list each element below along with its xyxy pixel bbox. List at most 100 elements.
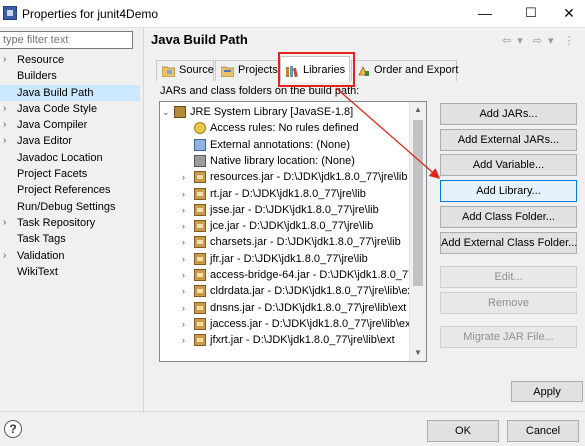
apply-button[interactable]: Apply	[511, 381, 583, 402]
sidebar-item-wikitext[interactable]: WikiText	[0, 264, 140, 280]
sidebar-item-label: Java Build Path	[17, 86, 94, 99]
minimize-button[interactable]: —	[469, 2, 501, 24]
edit-button[interactable]: Edit...	[440, 266, 577, 288]
tree-row[interactable]: › jce.jar - D:\JDK\jdk1.8.0_77\jre\lib	[160, 218, 410, 234]
sidebar-item-task-repository[interactable]: › Task Repository	[0, 215, 140, 231]
sidebar-item-resource[interactable]: › Resource	[0, 52, 140, 68]
sidebar-item-javadoc-location[interactable]: Javadoc Location	[0, 150, 140, 166]
chevron-right-icon[interactable]: ›	[182, 332, 185, 348]
tree-row[interactable]: › charsets.jar - D:\JDK\jdk1.8.0_77\jre\l…	[160, 234, 410, 250]
chevron-right-icon[interactable]: ›	[3, 117, 6, 133]
add-variable-button[interactable]: Add Variable...	[440, 154, 577, 176]
chevron-right-icon[interactable]: ›	[182, 186, 185, 202]
tree-row-label: Native library location: (None)	[210, 154, 355, 167]
sidebar-item-project-references[interactable]: Project References	[0, 182, 140, 198]
sidebar-item-task-tags[interactable]: Task Tags	[0, 231, 140, 247]
chevron-right-icon[interactable]: ›	[182, 202, 185, 218]
ok-button[interactable]: OK	[427, 420, 499, 442]
chevron-right-icon[interactable]: ›	[3, 133, 6, 149]
add-jars-button[interactable]: Add JARs...	[440, 103, 577, 125]
view-menu-icon[interactable]: ⋮	[564, 35, 576, 47]
tree-row[interactable]: › rt.jar - D:\JDK\jdk1.8.0_77\jre\lib	[160, 186, 410, 202]
chevron-right-icon[interactable]: ›	[3, 248, 6, 264]
tree-row-label: dnsns.jar - D:\JDK\jdk1.8.0_77\jre\lib\e…	[210, 301, 407, 314]
tab-label: Projects	[238, 64, 278, 76]
page-nav: ⇦ ▾ ⇨ ▾ ⋮	[502, 34, 581, 47]
forward-arrow-icon[interactable]: ⇨	[533, 35, 543, 47]
scroll-up-icon[interactable]: ▲	[410, 102, 426, 118]
jar-icon	[194, 171, 206, 184]
chevron-right-icon[interactable]: ›	[182, 169, 185, 185]
back-arrow-icon[interactable]: ⇦	[502, 35, 512, 47]
add-class-folder-button[interactable]: Add Class Folder...	[440, 206, 577, 228]
tree-row[interactable]: External annotations: (None)	[160, 137, 410, 153]
chevron-right-icon[interactable]: ›	[182, 251, 185, 267]
chevron-right-icon[interactable]: ›	[182, 300, 185, 316]
chevron-right-icon[interactable]: ›	[3, 215, 6, 231]
sidebar-item-label: Project Facets	[17, 168, 88, 181]
chevron-right-icon[interactable]: ›	[3, 52, 6, 68]
order-export-icon	[358, 66, 369, 76]
tree-row[interactable]: › access-bridge-64.jar - D:\JDK\jdk1.8.0_…	[160, 267, 426, 283]
add-external-class-folder-button[interactable]: Add External Class Folder...	[440, 232, 577, 254]
sidebar-item-label: Java Code Style	[17, 102, 98, 115]
chevron-right-icon[interactable]: ›	[182, 234, 185, 250]
sidebar-item-label: WikiText	[17, 265, 58, 278]
tree-row[interactable]: › jfr.jar - D:\JDK\jdk1.8.0_77\jre\lib	[160, 251, 410, 267]
tree-row[interactable]: › jsse.jar - D:\JDK\jdk1.8.0_77\jre\lib	[160, 202, 410, 218]
sidebar-item-java-build-path[interactable]: Java Build Path	[0, 84, 140, 101]
tree-row[interactable]: › resources.jar - D:\JDK\jdk1.8.0_77\jre\…	[160, 169, 410, 185]
sidebar-item-label: Java Editor	[17, 135, 73, 148]
chevron-right-icon[interactable]: ›	[182, 267, 185, 283]
tab-projects[interactable]: Projects	[215, 60, 279, 81]
chevron-down-icon[interactable]: ⌄	[162, 104, 170, 120]
tab-order-and-export[interactable]: Order and Export	[351, 60, 459, 81]
sidebar-item-validation[interactable]: › Validation	[0, 248, 140, 264]
migrate-jar-button[interactable]: Migrate JAR File...	[440, 326, 577, 348]
annotation-highlight-box	[278, 52, 355, 87]
help-icon[interactable]: ?	[4, 420, 22, 438]
projects-icon	[221, 66, 234, 77]
sidebar-item-run-debug-settings[interactable]: Run/Debug Settings	[0, 199, 140, 215]
sidebar-item-java-editor[interactable]: › Java Editor	[0, 133, 140, 149]
add-external-jars-button[interactable]: Add External JARs...	[440, 129, 577, 151]
tree-row[interactable]: › jfxrt.jar - D:\JDK\jdk1.8.0_77\jre\lib\…	[160, 332, 410, 348]
tree-scrollbar[interactable]: ▲ ▼	[409, 102, 426, 361]
remove-button[interactable]: Remove	[440, 292, 577, 314]
tab-source[interactable]: Source	[156, 60, 214, 81]
chevron-right-icon[interactable]: ›	[3, 101, 6, 117]
sidebar-item-project-facets[interactable]: Project Facets	[0, 166, 140, 182]
sidebar-item-label: Run/Debug Settings	[17, 200, 116, 213]
tab-label: Order and Export	[374, 64, 459, 76]
filter-input[interactable]	[0, 31, 133, 49]
cancel-button[interactable]: Cancel	[507, 420, 579, 442]
tree-row[interactable]: Native library location: (None)	[160, 153, 410, 169]
sidebar-item-label: Resource	[17, 54, 65, 66]
chevron-right-icon[interactable]: ›	[182, 218, 185, 234]
close-button[interactable]: ✕	[553, 2, 585, 24]
scroll-thumb[interactable]	[413, 120, 423, 286]
sidebar-item-label: Task Repository	[17, 216, 96, 229]
tree-row-library[interactable]: ⌄ JRE System Library [JavaSE-1.8]	[160, 104, 410, 120]
build-path-tree[interactable]: ⌄ JRE System Library [JavaSE-1.8] Access r…	[159, 101, 427, 362]
sidebar-item-builders[interactable]: Builders	[0, 68, 140, 84]
tree-row-label: External annotations: (None)	[210, 138, 351, 151]
page-title: Java Build Path	[151, 32, 248, 47]
library-icon	[174, 106, 186, 118]
scroll-down-icon[interactable]: ▼	[410, 345, 426, 361]
sidebar-item-java-compiler[interactable]: › Java Compiler	[0, 117, 140, 133]
back-dropdown-icon[interactable]: ▾	[517, 35, 524, 47]
tree-row[interactable]: › dnsns.jar - D:\JDK\jdk1.8.0_77\jre\lib\…	[160, 300, 410, 316]
add-library-button[interactable]: Add Library...	[440, 180, 577, 202]
tree-row[interactable]: Access rules: No rules defined	[160, 120, 410, 136]
forward-dropdown-icon[interactable]: ▾	[548, 35, 555, 47]
chevron-right-icon[interactable]: ›	[182, 283, 185, 299]
jar-icon	[194, 317, 206, 330]
sidebar-item-java-code-style[interactable]: › Java Code Style	[0, 101, 140, 117]
chevron-right-icon[interactable]: ›	[182, 316, 185, 332]
jar-icon	[194, 269, 206, 281]
tree-row[interactable]: › jaccess.jar - D:\JDK\jdk1.8.0_77\jre\li…	[160, 316, 414, 332]
jar-icon	[194, 252, 206, 265]
maximize-button[interactable]: ☐	[515, 2, 547, 24]
tree-row[interactable]: › cldrdata.jar - D:\JDK\jdk1.8.0_77\jre\l…	[160, 283, 416, 299]
